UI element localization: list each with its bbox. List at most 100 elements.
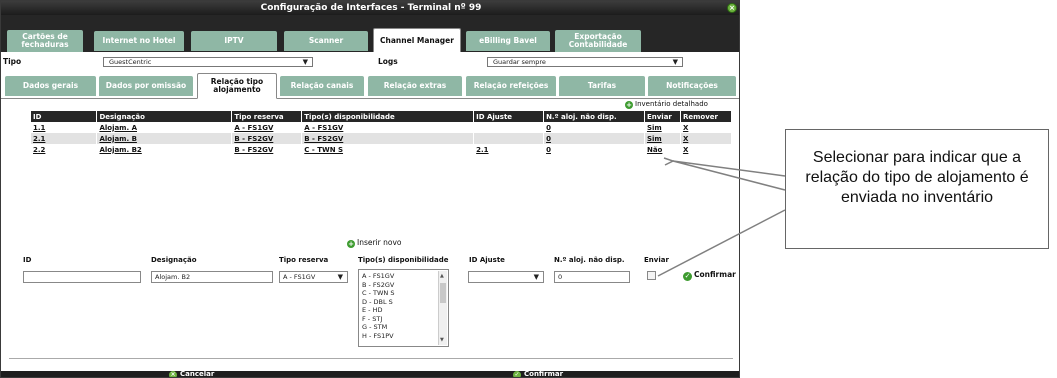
cell-tipo-disp-link[interactable]: A - FS1GV [301,122,475,133]
form-designacao-label: Designação [151,256,197,264]
inventory-detail-link[interactable]: + Inventário detalhado [625,100,708,109]
col-header-id-ajuste: ID Ajuste [473,111,545,122]
scroll-down-icon[interactable]: ▼ [440,336,444,345]
insert-new-label: Inserir novo [357,238,402,247]
cell-tipo-reserva-link[interactable]: B - FS2GV [231,144,303,155]
list-item[interactable]: D - DBL S [362,298,445,307]
cell-designacao-link[interactable]: Alojam. A [96,122,233,133]
config-dialog: Configuração de Interfaces - Terminal nº… [0,0,740,378]
callout-text: Selecionar para indicar que a relação do… [805,149,1029,206]
id-ajuste-select[interactable]: ▼ [468,271,544,283]
tipo-reserva-select-value: A - FS1GV [283,273,316,281]
tab-relacao-canais[interactable]: Relação canais [280,76,364,96]
chevron-down-icon: ▼ [533,273,539,281]
list-item[interactable]: G - STM [362,323,445,332]
window-title: Configuração de Interfaces - Terminal nº… [260,3,482,13]
logs-select[interactable]: Guardar sempre ▼ [487,57,683,67]
id-input[interactable] [23,271,141,283]
table-row: 1.1 Alojam. A A - FS1GV A - FS1GV 0 Sim … [31,122,733,133]
cell-id-ajuste-link[interactable]: 2.1 [473,144,545,155]
confirm-insert-button[interactable]: ✓ Confirmar [683,270,736,281]
tab-notificacoes[interactable]: Notificações [648,76,736,96]
col-header-designacao: Designação [96,111,233,122]
table-row: 2.1 Alojam. B B - FS2GV B - FS2GV 0 Sim … [31,133,733,144]
naloj-input[interactable]: 0 [554,271,630,283]
tipo-select-value: GuestCentric [109,58,152,66]
tab-relacao-extras[interactable]: Relação extras [368,76,462,96]
alojamento-table: ID Designação Tipo reserva Tipo(s) dispo… [31,111,733,155]
tab-dados-omissao[interactable]: Dados por omissão [99,76,193,96]
col-header-naloj: N.º aloj. não disp. [543,111,645,122]
chevron-down-icon: ▼ [337,273,343,281]
listbox-scrollbar[interactable]: ▲ ▼ [438,271,447,345]
cell-tipo-disp-link[interactable]: C - TWN S [301,144,475,155]
form-tipo-reserva-label: Tipo reserva [279,256,329,264]
list-item[interactable]: A - FS1GV [362,272,445,281]
tipo-disponibilidade-listbox[interactable]: A - FS1GV B - FS2GV C - TWN S D - DBL S … [358,269,449,347]
cell-tipo-reserva-link[interactable]: B - FS2GV [231,133,303,144]
scrollbar-thumb[interactable] [440,283,446,303]
tab-iptv[interactable]: IPTV [191,31,277,51]
cell-id-link[interactable]: 2.2 [31,144,98,155]
cell-tipo-disp-link[interactable]: B - FS2GV [301,133,475,144]
plus-icon: + [347,240,355,248]
col-header-id: ID [31,111,98,122]
cell-id-link[interactable]: 1.1 [31,122,98,133]
cancel-button[interactable]: × Cancelar [169,370,215,378]
tab-scanner[interactable]: Scanner [284,31,368,51]
tipo-row: Tipo GuestCentric ▼ Logs Guardar sempre ▼ [1,53,739,71]
form-enviar-label: Enviar [644,256,669,264]
list-item[interactable]: E - HD [362,306,445,315]
cell-id-ajuste[interactable] [473,133,545,144]
tab-tarifas[interactable]: Tarifas [559,76,645,96]
callout-box: Selecionar para indicar que a relação do… [785,129,1049,249]
table-header-row: ID Designação Tipo reserva Tipo(s) dispo… [31,111,733,122]
list-item[interactable]: B - FS2GV [362,281,445,290]
tab-channel-manager[interactable]: Channel Manager [373,28,461,52]
cell-naloj-link[interactable]: 0 [543,122,645,133]
cell-naloj-link[interactable]: 0 [543,144,645,155]
cell-enviar-link[interactable]: Sim [644,133,681,144]
tab-dados-gerais[interactable]: Dados gerais [5,76,96,96]
list-item[interactable]: F - STJ [362,315,445,324]
tipo-select[interactable]: GuestCentric ▼ [103,57,313,67]
close-icon[interactable]: × [727,3,737,13]
list-item[interactable]: H - FS1PV [362,332,445,341]
tab-cartoes-fechaduras[interactable]: Cartões de fechaduras [7,30,83,52]
designacao-input-value: Alojam. B2 [155,273,191,281]
designacao-input[interactable]: Alojam. B2 [151,271,273,283]
cell-id-ajuste[interactable] [473,122,545,133]
remove-button[interactable]: X [680,122,733,133]
remove-button[interactable]: X [680,133,733,144]
check-icon: ✓ [683,272,692,281]
insert-new-button[interactable]: + Inserir novo [347,238,402,248]
tab-internet-hotel[interactable]: Internet no Hotel [94,31,184,51]
cell-enviar-link[interactable]: Não [644,144,681,155]
cell-designacao-link[interactable]: Alojam. B [96,133,233,144]
chevron-down-icon: ▼ [302,58,308,66]
col-header-tipo-reserva: Tipo reserva [231,111,303,122]
tab-relacao-refeicoes[interactable]: Relação refeições [466,76,556,96]
list-item[interactable]: C - TWN S [362,289,445,298]
footer-bar: × Cancelar ✓ Confirmar [1,370,739,378]
cell-enviar-link[interactable]: Sim [644,122,681,133]
enviar-checkbox[interactable] [647,271,656,280]
cell-naloj-link[interactable]: 0 [543,133,645,144]
form-id-ajuste-label: ID Ajuste [469,256,505,264]
scroll-up-icon[interactable]: ▲ [440,272,444,281]
cell-tipo-reserva-link[interactable]: A - FS1GV [231,122,303,133]
form-tipo-disp-label: Tipo(s) disponibilidade [358,256,449,264]
cell-designacao-link[interactable]: Alojam. B2 [96,144,233,155]
cell-id-link[interactable]: 2.1 [31,133,98,144]
naloj-input-value: 0 [558,273,563,281]
confirm-label: Confirmar [524,370,564,378]
col-header-tipo-disponibilidade: Tipo(s) disponibilidade [301,111,475,122]
tab-ebilling-bavel[interactable]: eBilling Bavel [466,31,550,51]
cancel-label: Cancelar [180,370,215,378]
col-header-remover: Remover [680,111,733,122]
tipo-reserva-select[interactable]: A - FS1GV ▼ [279,271,348,283]
remove-button[interactable]: X [680,144,733,155]
confirm-button[interactable]: ✓ Confirmar [513,370,564,378]
tab-relacao-tipo-alojamento[interactable]: Relação tipo alojamento [197,73,277,99]
tab-exportacao-contabilidade[interactable]: Exportação Contabilidade [555,30,641,52]
